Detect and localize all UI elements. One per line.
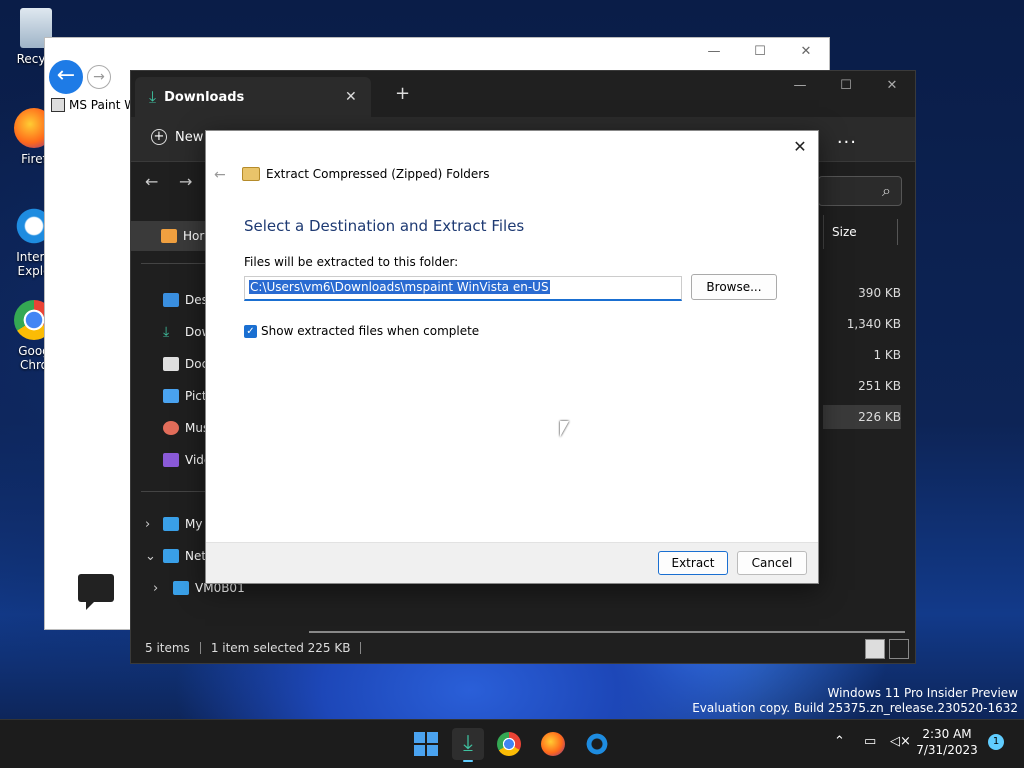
new-tab-icon[interactable]: + — [395, 83, 410, 104]
network-icon — [163, 549, 179, 563]
tab-close-icon[interactable]: ✕ — [345, 89, 371, 105]
show-extracted-checkbox[interactable]: ✓ Show extracted files when complete — [244, 324, 479, 338]
file-size: 251 KB — [858, 379, 901, 393]
computer-icon — [173, 581, 189, 595]
network-tray-icon[interactable]: ▭ — [864, 734, 876, 749]
back-arrow-icon[interactable]: ← — [47, 58, 85, 96]
file-size: 390 KB — [858, 286, 901, 300]
search-box[interactable] — [818, 176, 902, 206]
computer-icon — [163, 517, 179, 531]
minimize-icon[interactable]: — — [691, 44, 737, 59]
explorer-titlebar: ⤓ Downloads ✕ + — ☐ ✕ — [131, 71, 915, 117]
destination-path-text: C:\Users\vm6\Downloads\mspaint WinVista … — [249, 280, 550, 294]
mouse-cursor-icon — [560, 421, 569, 437]
sidebar-item-label: Pict — [185, 389, 207, 403]
videos-icon — [163, 453, 179, 467]
taskbar-firefox-icon[interactable] — [541, 732, 565, 756]
windows-watermark: Windows 11 Pro Insider Preview Evaluatio… — [692, 686, 1018, 716]
file-size-selected[interactable]: 226 KB — [823, 405, 901, 429]
watermark-line: Windows 11 Pro Insider Preview — [827, 686, 1018, 700]
column-header-size[interactable]: Size — [823, 215, 906, 249]
new-label: New — [175, 129, 204, 145]
close-icon[interactable]: ✕ — [790, 137, 810, 156]
desktop-icon — [163, 293, 179, 307]
destination-path-input[interactable]: C:\Users\vm6\Downloads\mspaint WinVista … — [244, 276, 682, 301]
windows-logo-icon — [427, 732, 438, 743]
wizard-title: Extract Compressed (Zipped) Folders — [242, 167, 490, 181]
notification-badge[interactable]: 1 — [988, 734, 1004, 750]
windows-logo-icon — [414, 732, 425, 743]
system-clock[interactable]: 2:30 AM 7/31/2023 — [914, 726, 980, 758]
ie-tab[interactable]: MS Paint W — [51, 95, 136, 115]
download-icon: ⤓ — [163, 324, 170, 340]
ie-tab-title: MS Paint W — [69, 98, 137, 112]
back-arrow-icon[interactable]: ← — [145, 172, 158, 191]
forward-arrow-icon[interactable]: → — [87, 65, 111, 89]
back-arrow-icon[interactable]: ← — [214, 167, 226, 183]
chevron-down-icon[interactable]: ⌄ — [145, 549, 156, 564]
close-icon[interactable]: ✕ — [869, 71, 915, 101]
windows-logo-icon — [427, 745, 438, 756]
clock-date: 7/31/2023 — [916, 743, 978, 757]
wizard-title-text: Extract Compressed (Zipped) Folders — [266, 167, 490, 181]
taskbar: ⤓ ⌃ ▭ ◁× 2:30 AM 7/31/2023 1 — [0, 719, 1024, 768]
windows-logo-icon — [414, 745, 425, 756]
start-button[interactable] — [410, 728, 442, 760]
ie-titlebar: — ☐ ✕ — [45, 38, 829, 64]
chevron-right-icon[interactable]: › — [145, 517, 150, 532]
forward-arrow-icon[interactable]: → — [179, 172, 192, 191]
destination-label: Files will be extracted to this folder: — [244, 255, 459, 269]
chevron-right-icon[interactable]: › — [153, 581, 158, 596]
extract-zip-dialog: ✕ ← Extract Compressed (Zipped) Folders … — [205, 130, 819, 584]
window-controls: — ☐ ✕ — [777, 71, 915, 101]
maximize-icon[interactable]: ☐ — [737, 44, 783, 59]
file-size: 1,340 KB — [846, 317, 901, 331]
dialog-footer: Extract Cancel — [206, 542, 818, 583]
taskbar-internet-explorer-icon[interactable] — [585, 732, 609, 756]
extract-button[interactable]: Extract — [658, 551, 728, 575]
tab-title: Downloads — [164, 89, 245, 105]
volume-muted-icon[interactable]: ◁× — [890, 734, 911, 749]
tab-downloads[interactable]: ⤓ Downloads ✕ — [135, 77, 371, 117]
column-header-label: Size — [832, 225, 857, 239]
page-favicon-icon — [51, 98, 65, 112]
sidebar-item-label: My — [185, 517, 203, 531]
pictures-icon — [163, 389, 179, 403]
status-selection: 1 item selected 225 KB — [201, 642, 362, 654]
sidebar-item-label: Hor — [183, 229, 205, 243]
clock-time: 2:30 AM — [922, 727, 972, 741]
chat-bubble-icon[interactable] — [78, 574, 114, 610]
chevron-up-icon[interactable]: ⌃ — [834, 734, 845, 749]
minimize-icon[interactable]: — — [777, 71, 823, 101]
checkbox-label: Show extracted files when complete — [261, 324, 480, 338]
watermark-line: Evaluation copy. Build 25375.zn_release.… — [692, 701, 1018, 715]
taskbar-file-explorer-icon[interactable]: ⤓ — [452, 728, 484, 762]
details-view-icon[interactable] — [865, 639, 885, 659]
music-icon — [163, 421, 179, 435]
zip-folder-icon — [242, 167, 260, 181]
view-toggle — [865, 639, 909, 659]
download-icon: ⤓ — [149, 87, 157, 106]
home-icon — [161, 229, 177, 243]
document-icon — [163, 357, 179, 371]
plus-icon: + — [151, 129, 167, 145]
file-size: 1 KB — [873, 348, 901, 362]
browse-button[interactable]: Browse... — [691, 274, 777, 300]
close-icon[interactable]: ✕ — [783, 44, 829, 59]
maximize-icon[interactable]: ☐ — [823, 71, 869, 101]
status-bar: 5 items 1 item selected 225 KB — [131, 633, 915, 663]
checkmark-icon: ✓ — [244, 324, 257, 338]
taskbar-chrome-icon[interactable] — [497, 732, 521, 756]
cancel-button[interactable]: Cancel — [737, 551, 807, 575]
dialog-heading: Select a Destination and Extract Files — [244, 217, 525, 235]
more-options-button[interactable]: ... — [837, 127, 857, 148]
new-button[interactable]: + New — [151, 129, 203, 145]
tiles-view-icon[interactable] — [889, 639, 909, 659]
status-item-count: 5 items — [131, 642, 201, 654]
